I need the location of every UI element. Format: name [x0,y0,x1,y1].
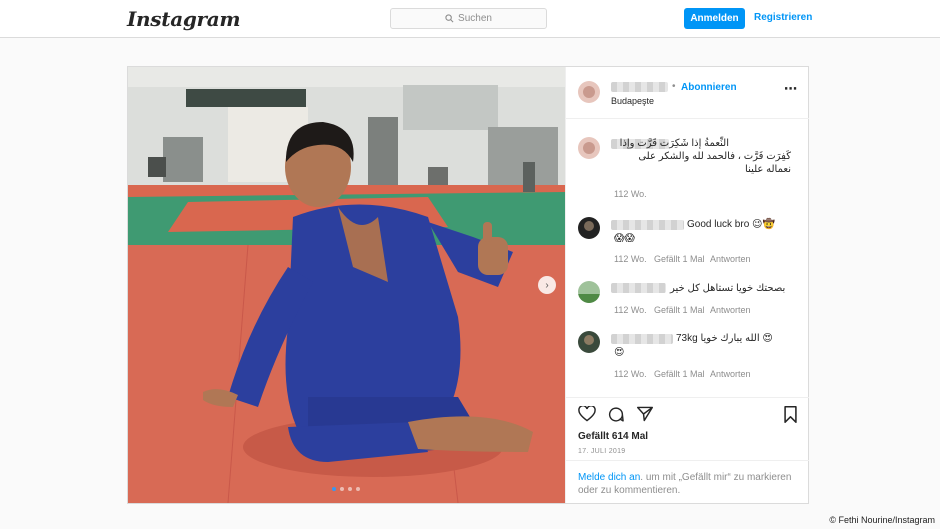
instagram-logo[interactable]: Instagram [127,7,241,31]
post-card: › • Abonnieren Budapeşte ⋯ النِّعمةُ إذا… [127,66,809,504]
caption-timestamp: 112 Wo. [614,189,647,199]
commenter-username-blurred[interactable] [611,220,684,230]
login-prompt-link[interactable]: Melde dich an [578,472,640,483]
bookmark-icon[interactable] [783,406,798,423]
judo-athlete-image [128,67,565,503]
share-icon[interactable] [636,406,654,422]
commenter-avatar[interactable] [578,331,600,353]
separator-dot: • [672,81,676,92]
more-icon[interactable]: ⋯ [784,81,797,97]
comment-emoji-line: 😍 [614,347,625,358]
follow-button[interactable]: Abonnieren [681,82,737,93]
post-sidebar: • Abonnieren Budapeşte ⋯ النِّعمةُ إذا ش… [565,67,809,503]
comment-reply-button[interactable]: Antworten [710,305,751,315]
comment-likes[interactable]: Gefällt 1 Mal [654,305,705,315]
commenter-avatar[interactable] [578,281,600,303]
comment-timestamp: 112 Wo. [614,369,647,379]
post-header: • Abonnieren Budapeşte ⋯ [566,67,809,119]
comment-text: 73kg الله يبارك خويا 😍 [676,333,773,344]
commenter-avatar[interactable] [578,217,600,239]
top-navigation-bar: Instagram Suchen Anmelden Registrieren [0,0,940,38]
comment-timestamp: 112 Wo. [614,305,647,315]
post-date: 17. JULI 2019 [578,448,626,455]
likes-count[interactable]: Gefällt 614 Mal [578,431,648,442]
commenter-username-blurred[interactable] [611,334,673,344]
carousel-indicator [332,487,360,491]
carousel-dot [356,487,360,491]
comment-timestamp: 112 Wo. [614,254,647,264]
commenter-username-blurred[interactable] [611,283,666,293]
comment-text: بصحتك خويا تستاهل كل خير [670,283,786,294]
author-avatar[interactable] [578,81,600,103]
comment-reply-button[interactable]: Antworten [710,369,751,379]
comment-text: Good luck bro 😉🤠 [687,219,775,230]
comment-reply-button[interactable]: Antworten [710,254,751,264]
comment-likes[interactable]: Gefällt 1 Mal [654,254,705,264]
register-link[interactable]: Registrieren [754,12,812,23]
comment-likes[interactable]: Gefällt 1 Mal [654,369,705,379]
caption-avatar[interactable] [578,137,600,159]
post-photo[interactable]: › [128,67,565,503]
comments-section: النِّعمةُ إذا شَكِرَت قَرَّت وإذا كَفِرَ… [566,119,809,397]
comment-emoji-line: 😱😱 [614,233,635,244]
carousel-dot [332,487,336,491]
search-input[interactable]: Suchen [390,8,547,29]
photo-credit: © Fethi Nourine/Instagram [829,515,935,525]
carousel-dot [348,487,352,491]
search-placeholder: Suchen [458,13,492,24]
chevron-right-icon: › [545,279,549,291]
login-prompt: Melde dich an. um mit „Gefällt mir“ zu m… [566,460,809,503]
author-username-blurred[interactable] [611,82,668,92]
post-location[interactable]: Budapeşte [611,96,654,106]
carousel-next-button[interactable]: › [538,276,556,294]
carousel-dot [340,487,344,491]
comment-icon[interactable] [607,406,625,423]
search-icon [445,14,454,23]
post-caption: النِّعمةُ إذا شَكِرَت قَرَّت وإذا كَفِرَ… [619,138,791,175]
login-button[interactable]: Anmelden [684,8,745,29]
heart-icon[interactable] [578,406,596,422]
post-actions: Gefällt 614 Mal 17. JULI 2019 [566,397,809,460]
